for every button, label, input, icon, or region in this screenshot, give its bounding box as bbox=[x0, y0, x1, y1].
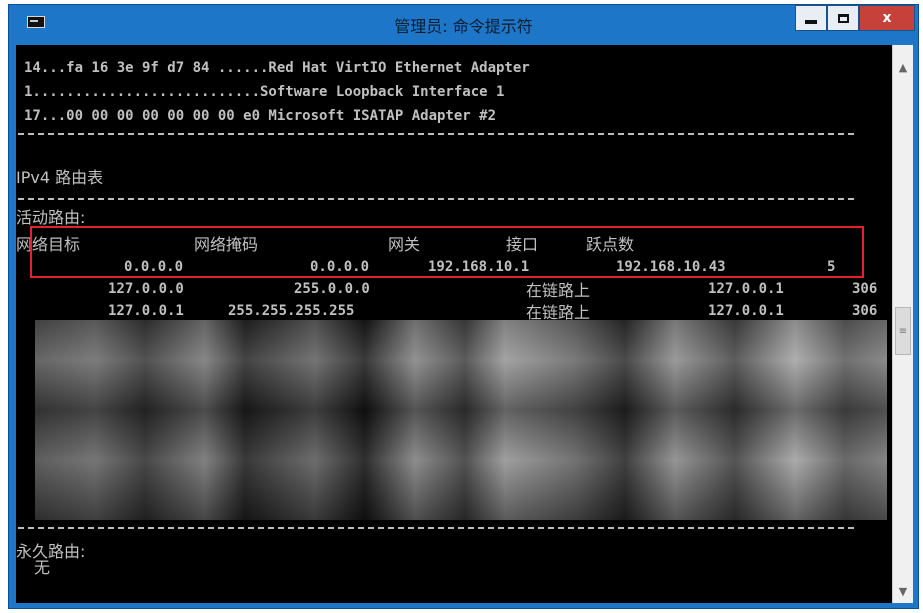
close-icon: x bbox=[882, 10, 892, 26]
route-netmask: 255.255.255.255 bbox=[228, 303, 355, 319]
scroll-down-button[interactable]: ▼ bbox=[893, 581, 913, 601]
adapter-line-17: 17...00 00 00 00 00 00 00 e0 Microsoft I… bbox=[24, 108, 497, 124]
active-routes-label: 活动路由: bbox=[16, 208, 86, 227]
minimize-icon bbox=[805, 20, 817, 24]
vertical-scrollbar[interactable]: ▲ ≡ ▼ bbox=[892, 45, 913, 603]
persistent-routes-label: 永久路由: bbox=[16, 542, 86, 561]
grip-icon: ≡ bbox=[898, 325, 908, 337]
route-metric: 306 bbox=[852, 303, 878, 319]
route-metric: 306 bbox=[852, 281, 878, 297]
adapter-line-1: 1...........................Software Loo… bbox=[24, 84, 505, 100]
separator-line bbox=[18, 527, 854, 529]
ipv4-route-table-title: IPv4 路由表 bbox=[16, 168, 104, 187]
separator-line bbox=[18, 133, 854, 135]
route-destination: 127.0.0.0 bbox=[108, 281, 184, 297]
route-destination: 127.0.0.1 bbox=[108, 303, 184, 319]
scrollbar-thumb[interactable]: ≡ bbox=[895, 307, 911, 355]
close-button[interactable]: x bbox=[859, 5, 915, 31]
persistent-routes-value: 无 bbox=[34, 558, 51, 577]
chevron-down-icon: ▼ bbox=[898, 584, 908, 598]
route-interface: 127.0.0.1 bbox=[708, 281, 784, 297]
route-netmask: 255.0.0.0 bbox=[294, 281, 370, 297]
redacted-region bbox=[35, 320, 887, 520]
adapter-line-14: 14...fa 16 3e 9f d7 84 ......Red Hat Vir… bbox=[24, 60, 530, 76]
route-interface: 127.0.0.1 bbox=[708, 303, 784, 319]
maximize-icon bbox=[837, 13, 849, 23]
window-title: 管理员: 命令提示符 bbox=[394, 17, 533, 36]
title-bar[interactable]: 管理员: 命令提示符 x bbox=[9, 5, 918, 41]
separator-line bbox=[18, 198, 854, 200]
chevron-up-icon: ▲ bbox=[898, 60, 908, 74]
maximize-button[interactable] bbox=[827, 5, 859, 31]
route-gateway: 在链路上 bbox=[526, 281, 591, 300]
minimize-button[interactable] bbox=[795, 5, 827, 31]
scroll-up-button[interactable]: ▲ bbox=[893, 57, 913, 77]
highlight-box bbox=[30, 226, 864, 278]
